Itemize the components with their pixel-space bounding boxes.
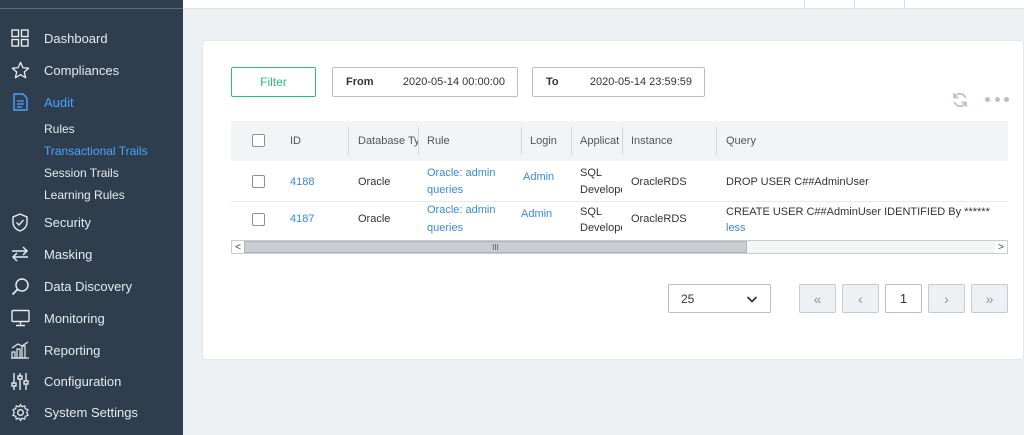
from-date-field[interactable]: From 2020-05-14 00:00:00: [332, 67, 518, 97]
current-page-input[interactable]: 1: [885, 284, 922, 313]
header-divider: [804, 0, 805, 9]
column-divider[interactable]: [622, 127, 623, 155]
row-application: SQL: [580, 206, 603, 218]
sidebar-subitem-rules[interactable]: Rules: [44, 122, 75, 136]
first-page-button[interactable]: «: [799, 284, 836, 313]
sidebar-item-system-settings[interactable]: System Settings: [0, 398, 183, 426]
sidebar-divider: [0, 8, 183, 9]
chevron-down-icon: [746, 293, 758, 305]
last-page-button[interactable]: »: [971, 284, 1008, 313]
grid-icon: [10, 28, 30, 48]
sidebar-item-security[interactable]: Security: [0, 208, 183, 236]
gear-icon: [10, 402, 30, 422]
scroll-left-button[interactable]: <: [232, 241, 244, 253]
filter-button[interactable]: Filter: [231, 67, 316, 97]
row-database-type: Oracle: [358, 213, 391, 225]
from-value: 2020-05-14 00:00:00: [402, 76, 505, 88]
column-header-query[interactable]: Query: [726, 121, 926, 161]
row-query: DROP USER C##AdminUser: [726, 176, 869, 188]
previous-page-button[interactable]: ‹: [842, 284, 879, 313]
horizontal-scrollbar[interactable]: < III >: [231, 240, 1008, 254]
column-header-login[interactable]: Login: [530, 121, 570, 161]
monitor-icon: [10, 308, 30, 328]
more-options-icon[interactable]: [985, 92, 1009, 106]
row-rule-link[interactable]: queries: [427, 182, 463, 199]
top-header: [183, 0, 1024, 9]
column-header-instance[interactable]: Instance: [631, 121, 711, 161]
to-label: To: [546, 76, 559, 88]
header-divider: [904, 0, 905, 9]
row-checkbox[interactable]: [252, 213, 265, 226]
swap-icon: [10, 244, 30, 264]
row-rule-link[interactable]: queries: [427, 220, 463, 237]
sidebar-item-label: Configuration: [44, 373, 122, 389]
sidebar-item-audit[interactable]: Audit: [0, 88, 183, 116]
sidebar: Dashboard Compliances Audit Rules Transa…: [0, 0, 183, 435]
sidebar-item-label: Masking: [44, 246, 93, 262]
sliders-icon: [10, 371, 30, 391]
sidebar-item-label: System Settings: [44, 404, 138, 420]
row-checkbox[interactable]: [252, 175, 265, 188]
shield-icon: [10, 212, 30, 232]
column-header-application[interactable]: Applicat: [580, 121, 622, 161]
document-icon: [10, 92, 30, 112]
sidebar-item-label: Monitoring: [44, 310, 105, 326]
sidebar-subitem-session-trails[interactable]: Session Trails: [44, 166, 119, 180]
column-divider[interactable]: [571, 127, 572, 155]
scroll-right-button[interactable]: >: [995, 241, 1007, 253]
sidebar-subitem-learning-rules[interactable]: Learning Rules: [44, 188, 125, 202]
row-instance: OracleRDS: [631, 213, 687, 225]
search-icon: [10, 276, 30, 296]
bar-chart-icon: [10, 340, 30, 360]
column-divider[interactable]: [418, 127, 419, 155]
row-rule-link[interactable]: Oracle: admin: [427, 202, 495, 219]
column-divider[interactable]: [716, 127, 717, 155]
column-header-id[interactable]: ID: [290, 121, 340, 161]
row-login-link[interactable]: Admin: [523, 169, 554, 186]
row-id-link[interactable]: 4187: [290, 211, 314, 228]
to-value: 2020-05-14 23:59:59: [589, 76, 692, 88]
sidebar-item-dashboard[interactable]: Dashboard: [0, 24, 183, 52]
row-database-type: Oracle: [358, 176, 391, 188]
column-divider[interactable]: [521, 127, 522, 155]
row-id-link[interactable]: 4188: [290, 174, 314, 191]
row-application: Develope: [580, 222, 622, 234]
page-size-value: 25: [681, 292, 695, 306]
page-size-select[interactable]: 25: [668, 284, 771, 313]
row-login-link[interactable]: Admin: [521, 206, 552, 223]
sidebar-item-label: Data Discovery: [44, 278, 133, 294]
sidebar-item-label: Dashboard: [44, 30, 108, 46]
star-icon: [10, 60, 30, 80]
column-header-rule[interactable]: Rule: [427, 121, 517, 161]
column-header-database-type[interactable]: Database Ty: [358, 121, 418, 161]
refresh-icon[interactable]: [951, 91, 969, 109]
next-page-button[interactable]: ›: [928, 284, 965, 313]
sidebar-item-data-discovery[interactable]: Data Discovery: [0, 272, 183, 300]
sidebar-item-label: Audit: [44, 94, 74, 110]
table-header: ID Database Ty Rule Login Applicat Insta…: [231, 121, 1008, 161]
row-query: CREATE USER C##AdminUser IDENTIFIED By *…: [726, 206, 990, 218]
sidebar-item-masking[interactable]: Masking: [0, 240, 183, 268]
sidebar-item-reporting[interactable]: Reporting: [0, 336, 183, 364]
row-rule-link[interactable]: Oracle: admin: [427, 165, 495, 182]
sidebar-item-label: Security: [44, 214, 91, 230]
from-label: From: [346, 76, 374, 88]
sidebar-item-label: Compliances: [44, 62, 120, 78]
table-row[interactable]: 4187 Oracle Oracle: admin queries Admin …: [231, 202, 1008, 240]
row-instance: OracleRDS: [631, 176, 687, 188]
row-query-toggle-link[interactable]: less: [726, 220, 746, 237]
table-row[interactable]: 4188 Oracle Oracle: admin queries Admin …: [231, 163, 1008, 201]
column-divider[interactable]: [348, 127, 349, 155]
sidebar-item-label: Reporting: [44, 342, 101, 358]
to-date-field[interactable]: To 2020-05-14 23:59:59: [532, 67, 705, 97]
header-divider: [854, 0, 855, 9]
sidebar-item-compliances[interactable]: Compliances: [0, 56, 183, 84]
select-all-checkbox[interactable]: [252, 134, 265, 147]
row-application: Develope: [580, 184, 622, 196]
scroll-thumb[interactable]: III: [244, 241, 747, 253]
row-application: SQL: [580, 167, 603, 179]
sidebar-subitem-transactional-trails[interactable]: Transactional Trails: [44, 144, 148, 158]
sidebar-item-monitoring[interactable]: Monitoring: [0, 304, 183, 332]
sidebar-item-configuration[interactable]: Configuration: [0, 367, 183, 395]
